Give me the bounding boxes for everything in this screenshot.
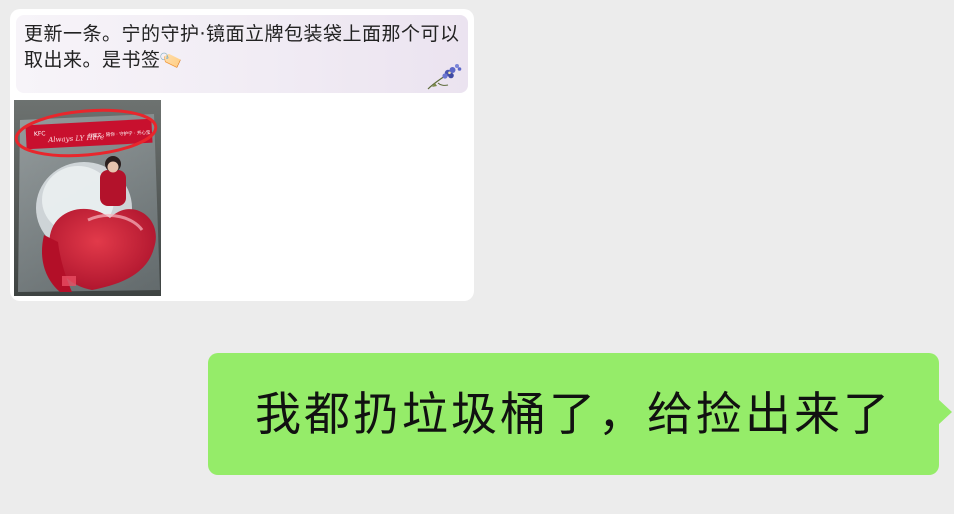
outgoing-message-text: 我都扔垃圾桶了，给捡出来了 — [255, 387, 892, 441]
incoming-message[interactable]: 更新一条。宁的守护·镜面立牌包装袋上面那个可以取出来。是书签🏷️ KFC Alw… — [10, 9, 474, 301]
flower-icon — [427, 64, 462, 90]
quote-text: 更新一条。宁的守护·镜面立牌包装袋上面那个可以取出来。是书签 — [24, 23, 460, 71]
chat-area: 更新一条。宁的守护·镜面立牌包装袋上面那个可以取出来。是书签🏷️ KFC Alw… — [0, 0, 954, 514]
photo-thumbnail[interactable]: KFC Always LY Here 刘耀文 · 陪你 · 守护宁 · 开心宝 — [14, 100, 161, 296]
photo-kfc-text: KFC — [34, 130, 46, 138]
quoted-message[interactable]: 更新一条。宁的守护·镜面立牌包装袋上面那个可以取出来。是书签🏷️ — [16, 15, 468, 93]
outgoing-message[interactable]: 我都扔垃圾桶了，给捡出来了 — [208, 353, 952, 475]
bookmark-emoji-icon: 🏷️ — [157, 47, 185, 75]
bubble-tail — [938, 399, 952, 425]
product-photo: KFC Always LY Here 刘耀文 · 陪你 · 守护宁 · 开心宝 — [14, 100, 161, 296]
